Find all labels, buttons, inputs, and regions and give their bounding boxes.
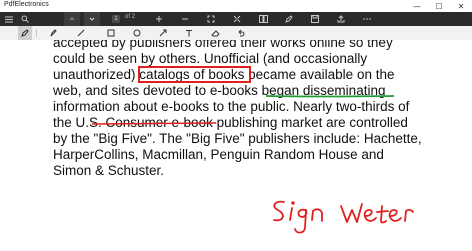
document-line: information about e-books to the public.… [53,99,410,114]
document-line: accepted by publishers offered their wor… [53,40,393,50]
ellipse-icon[interactable] [130,26,144,40]
close-button[interactable]: ✕ [450,0,472,12]
document-page[interactable]: accepted by publishers offered their wor… [0,40,472,251]
pen-icon[interactable] [18,26,32,40]
zoom-out-icon[interactable] [178,12,192,26]
more-icon[interactable] [360,12,374,26]
ink-toolbar [0,26,472,41]
save-icon[interactable] [308,12,322,26]
document-line: web, and sites devoted to e-books began … [53,83,386,98]
app-title: PdfElectronics [4,1,49,8]
document-line: could be seen by others. Unofficial (and… [53,51,368,66]
two-page-icon[interactable] [256,12,270,26]
rectangle-icon[interactable] [104,26,118,40]
page-total-label: of 2 [125,14,136,20]
fullscreen-icon[interactable] [230,12,244,26]
page-number-input[interactable]: 1 [112,15,120,23]
arrow-icon[interactable] [156,26,170,40]
eraser-icon[interactable] [208,26,222,40]
title-bar: PdfElectronics — ☐ ✕ [0,0,472,12]
document-line: Simon & Schuster. [53,163,165,178]
previous-icon[interactable] [64,12,80,26]
page-icon[interactable] [84,12,100,26]
highlighter-icon[interactable] [46,26,60,40]
search-icon[interactable] [18,12,32,26]
window-controls: — ☐ ✕ [406,0,472,12]
line-icon[interactable] [74,26,88,40]
zoom-in-icon[interactable] [152,12,166,26]
ink-icon[interactable] [282,12,296,26]
fit-icon[interactable] [204,12,218,26]
divider [36,29,37,37]
document-line: unauthorized) catalogs of books became a… [53,67,395,82]
document-line: by the "Big Five". The "Big Five" publis… [53,131,422,146]
handwriting-weter [340,203,414,224]
document-line: the U.S. Consumer e-book publishing mark… [53,115,408,130]
document-line: HarperCollins, Macmillan, Penguin Random… [53,147,384,162]
share-icon[interactable] [334,12,348,26]
main-toolbar: 1 of 2 [0,12,472,26]
text-icon[interactable] [182,26,196,40]
undo-icon[interactable] [234,26,248,40]
hamburger-icon[interactable] [2,12,16,26]
handwriting-sign [273,200,323,234]
maximize-button[interactable]: ☐ [428,0,450,12]
minimize-button[interactable]: — [406,0,428,12]
